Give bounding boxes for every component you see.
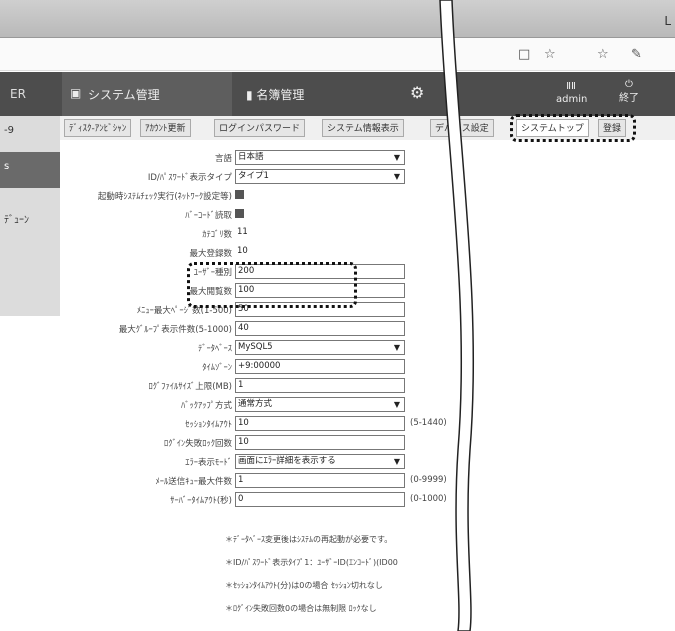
tear-shape (439, 0, 475, 631)
page-break-divider (439, 0, 475, 631)
